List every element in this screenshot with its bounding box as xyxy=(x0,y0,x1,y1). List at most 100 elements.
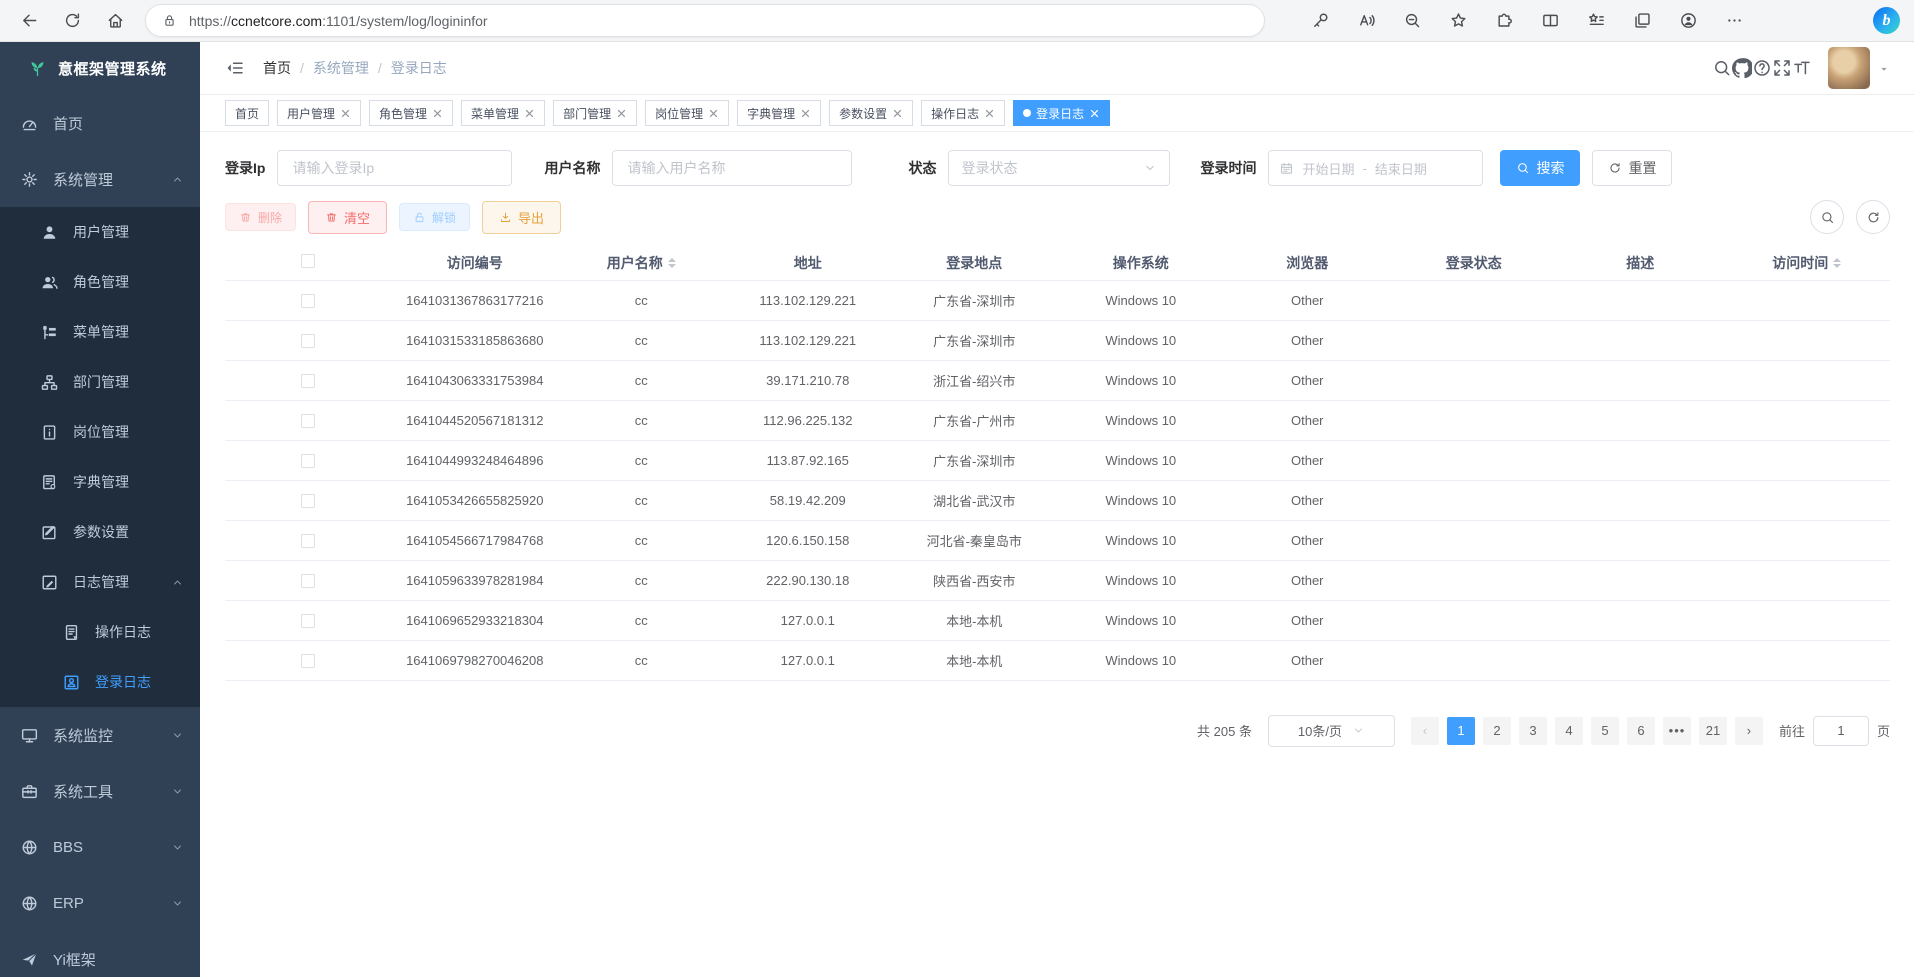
split-screen-icon[interactable] xyxy=(1541,11,1560,30)
profile-icon[interactable] xyxy=(1679,11,1698,30)
collections-icon[interactable] xyxy=(1633,11,1652,30)
sidebar-item-system-tools[interactable]: 系统工具 xyxy=(0,763,200,819)
sidebar-item-parameter-settings[interactable]: 参数设置 xyxy=(0,507,200,557)
sidebar-item-menu-management[interactable]: 菜单管理 xyxy=(0,307,200,357)
user-avatar[interactable] xyxy=(1828,47,1870,89)
close-icon[interactable] xyxy=(1089,108,1100,119)
close-icon[interactable] xyxy=(616,108,627,119)
back-icon[interactable] xyxy=(20,11,39,30)
tab-home[interactable]: 首页 xyxy=(225,100,269,126)
sidebar-item-home[interactable]: 首页 xyxy=(0,95,200,151)
next-page-button[interactable]: › xyxy=(1735,717,1763,745)
sort-toggle[interactable] xyxy=(1833,254,1841,272)
github-icon[interactable] xyxy=(1732,58,1752,78)
row-checkbox[interactable] xyxy=(301,614,315,628)
sidebar-item-system-monitor[interactable]: 系统监控 xyxy=(0,707,200,763)
breadcrumb-item[interactable]: / xyxy=(378,60,382,76)
sidebar-item-system-management[interactable]: 系统管理 xyxy=(0,151,200,207)
page-button-3[interactable]: 3 xyxy=(1519,717,1547,745)
copilot-icon[interactable]: b xyxy=(1873,7,1900,34)
sidebar-item-dict-management[interactable]: 字典管理 xyxy=(0,457,200,507)
unlock-button[interactable]: 解锁 xyxy=(399,203,470,231)
tab-post-management[interactable]: 岗位管理 xyxy=(645,100,729,126)
breadcrumb-item[interactable]: 登录日志 xyxy=(391,58,447,78)
key-icon[interactable] xyxy=(1311,11,1330,30)
row-checkbox[interactable] xyxy=(301,574,315,588)
clear-button[interactable]: 清空 xyxy=(308,201,387,234)
page-button-21[interactable]: 21 xyxy=(1699,717,1727,745)
row-checkbox[interactable] xyxy=(301,374,315,388)
row-checkbox[interactable] xyxy=(301,334,315,348)
close-icon[interactable] xyxy=(984,108,995,119)
fullscreen-icon[interactable] xyxy=(1772,58,1792,78)
sidebar-item-department-management[interactable]: 部门管理 xyxy=(0,357,200,407)
page-button-2[interactable]: 2 xyxy=(1483,717,1511,745)
home-icon[interactable] xyxy=(106,11,125,30)
user-menu-caret-icon[interactable] xyxy=(1878,62,1890,74)
close-icon[interactable] xyxy=(524,108,535,119)
more-pages-button[interactable]: ••• xyxy=(1663,717,1691,745)
page-size-select[interactable]: 10条/页 xyxy=(1268,715,1395,747)
close-icon[interactable] xyxy=(708,108,719,119)
close-icon[interactable] xyxy=(892,108,903,119)
sidebar-item-role-management[interactable]: 角色管理 xyxy=(0,257,200,307)
row-checkbox[interactable] xyxy=(301,654,315,668)
font-size-icon[interactable] xyxy=(1792,58,1812,78)
page-button-6[interactable]: 6 xyxy=(1627,717,1655,745)
tab-menu-management[interactable]: 菜单管理 xyxy=(461,100,545,126)
sidebar-item-user-management[interactable]: 用户管理 xyxy=(0,207,200,257)
login-ip-input[interactable] xyxy=(277,150,512,186)
sidebar-item-login-log[interactable]: 登录日志 xyxy=(0,657,200,707)
menu-fold-icon[interactable] xyxy=(225,58,245,78)
tab-parameter-settings[interactable]: 参数设置 xyxy=(829,100,913,126)
sidebar-item-operation-log[interactable]: 操作日志 xyxy=(0,607,200,657)
search-button[interactable]: 搜索 xyxy=(1500,150,1580,186)
more-icon[interactable] xyxy=(1725,11,1744,30)
sidebar-item-bbs[interactable]: BBS xyxy=(0,819,200,875)
close-icon[interactable] xyxy=(340,108,351,119)
close-icon[interactable] xyxy=(432,108,443,119)
refresh-table-button[interactable] xyxy=(1856,200,1890,234)
status-select[interactable]: 登录状态 xyxy=(948,150,1170,186)
sort-toggle[interactable] xyxy=(668,254,676,272)
sidebar-item-yi-framework[interactable]: Yi框架 xyxy=(0,931,200,977)
sidebar-item-erp[interactable]: ERP xyxy=(0,875,200,931)
username-input[interactable] xyxy=(612,150,852,186)
breadcrumb-item[interactable]: 系统管理 xyxy=(313,58,369,78)
tab-role-management[interactable]: 角色管理 xyxy=(369,100,453,126)
tab-dict-management[interactable]: 字典管理 xyxy=(737,100,821,126)
read-aloud-icon[interactable] xyxy=(1357,11,1376,30)
page-button-4[interactable]: 4 xyxy=(1555,717,1583,745)
goto-page-input[interactable] xyxy=(1813,716,1869,746)
tab-operation-log[interactable]: 操作日志 xyxy=(921,100,1005,126)
zoom-out-icon[interactable] xyxy=(1403,11,1422,30)
sidebar-item-post-management[interactable]: 岗位管理 xyxy=(0,407,200,457)
tab-department-management[interactable]: 部门管理 xyxy=(553,100,637,126)
url-bar[interactable]: https://ccnetcore.com:1101/system/log/lo… xyxy=(145,4,1265,37)
date-range-picker[interactable]: 开始日期 - 结束日期 xyxy=(1268,150,1483,186)
row-checkbox[interactable] xyxy=(301,534,315,548)
breadcrumb-item[interactable]: / xyxy=(300,60,304,76)
star-icon[interactable] xyxy=(1449,11,1468,30)
breadcrumb-item[interactable]: 首页 xyxy=(263,58,291,78)
delete-button[interactable]: 删除 xyxy=(225,203,296,231)
tab-user-management[interactable]: 用户管理 xyxy=(277,100,361,126)
row-checkbox[interactable] xyxy=(301,494,315,508)
search-icon[interactable] xyxy=(1712,58,1732,78)
extensions-icon[interactable] xyxy=(1495,11,1514,30)
close-icon[interactable] xyxy=(800,108,811,119)
prev-page-button[interactable]: ‹ xyxy=(1411,717,1439,745)
row-checkbox[interactable] xyxy=(301,294,315,308)
page-button-5[interactable]: 5 xyxy=(1591,717,1619,745)
favorites-bar-icon[interactable] xyxy=(1587,11,1606,30)
sidebar-item-log-management[interactable]: 日志管理 xyxy=(0,557,200,607)
show-search-button[interactable] xyxy=(1810,200,1844,234)
reset-button[interactable]: 重置 xyxy=(1592,150,1672,186)
question-icon[interactable] xyxy=(1752,58,1772,78)
row-checkbox[interactable] xyxy=(301,414,315,428)
tab-login-log[interactable]: 登录日志 xyxy=(1013,100,1110,126)
row-checkbox[interactable] xyxy=(301,454,315,468)
refresh-icon[interactable] xyxy=(63,11,82,30)
page-button-1[interactable]: 1 xyxy=(1447,717,1475,745)
export-button[interactable]: 导出 xyxy=(482,201,561,234)
